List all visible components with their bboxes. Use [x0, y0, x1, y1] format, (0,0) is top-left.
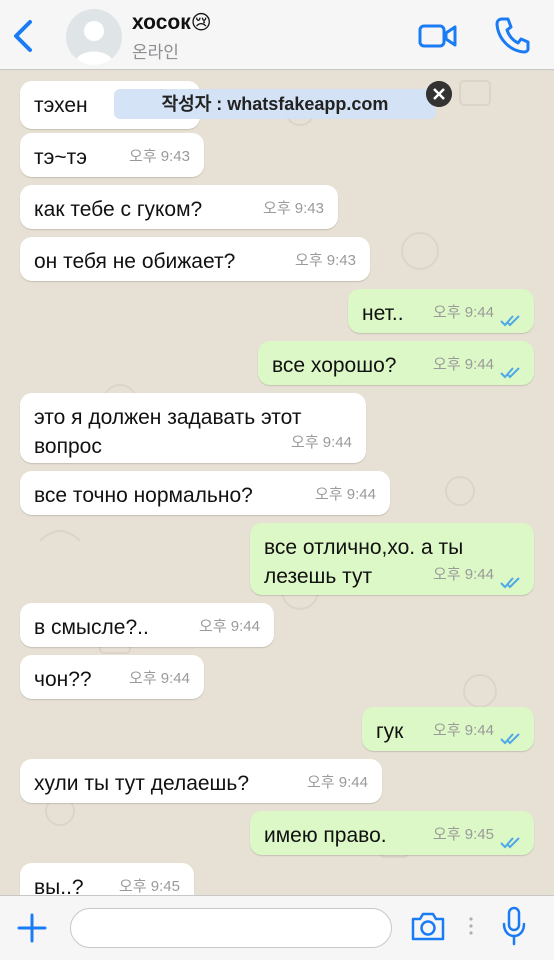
watermark-banner: 작성자 : whatsfakeapp.com — [114, 89, 436, 119]
camera-icon[interactable] — [410, 910, 446, 942]
crying-emoji: 😢 — [190, 12, 212, 34]
read-receipt-icon — [500, 837, 520, 849]
message-time: 오후 9:43 — [263, 200, 324, 217]
read-receipt-icon — [500, 577, 520, 589]
message-time: 오후 9:44 — [291, 434, 352, 451]
message-time: 오후 9:44 — [315, 486, 376, 503]
message-bubble-outgoing[interactable]: имею право. 오후 9:45 — [250, 811, 534, 855]
message-time: 오후 9:44 — [433, 304, 494, 321]
message-bubble-incoming[interactable]: в смысле?.. 오후 9:44 — [20, 603, 274, 647]
more-dots-icon — [469, 917, 473, 935]
back-chevron-icon[interactable] — [8, 16, 38, 56]
read-receipt-icon — [500, 315, 520, 327]
message-input[interactable] — [70, 908, 392, 948]
message-text: это я должен задавать этот вопрос — [34, 406, 302, 458]
read-receipt-icon — [500, 733, 520, 745]
message-time: 오후 9:44 — [129, 670, 190, 687]
message-time: 오후 9:45 — [433, 826, 494, 843]
message-bubble-incoming[interactable]: все точно нормально? 오후 9:44 — [20, 471, 390, 515]
video-call-icon[interactable] — [418, 22, 458, 50]
chat-header: хосок😢 온라인 — [0, 0, 554, 70]
message-time: 오후 9:44 — [307, 774, 368, 791]
plus-icon[interactable] — [16, 912, 48, 944]
microphone-icon[interactable] — [500, 906, 528, 946]
close-icon[interactable] — [426, 81, 452, 107]
contact-name[interactable]: хосок😢 — [132, 10, 212, 35]
message-time: 오후 9:44 — [433, 722, 494, 739]
message-time: 오후 9:43 — [295, 252, 356, 269]
contact-status: 온라인 — [132, 43, 179, 62]
message-time: 오후 9:45 — [119, 878, 180, 895]
default-avatar-icon — [74, 21, 114, 65]
message-bubble-outgoing[interactable]: нет.. 오후 9:44 — [348, 289, 534, 333]
message-bubble-incoming[interactable]: чон?? 오후 9:44 — [20, 655, 204, 699]
message-bubble-incoming[interactable]: он тебя не обижает? 오후 9:43 — [20, 237, 370, 281]
avatar[interactable] — [66, 9, 122, 65]
message-time: 오후 9:44 — [199, 618, 260, 635]
message-bubble-incoming[interactable]: как тебе с гуком? 오후 9:43 — [20, 185, 338, 229]
input-bar — [0, 895, 554, 960]
chat-area[interactable]: тэхен 작성자 : whatsfakeapp.com тэ~тэ 오후 9:… — [0, 71, 554, 895]
message-bubble-incoming[interactable]: это я должен задавать этот вопрос 오후 9:4… — [20, 393, 366, 463]
message-bubble-incoming[interactable]: хули ты тут делаешь? 오후 9:44 — [20, 759, 382, 803]
message-bubble-outgoing[interactable]: гук 오후 9:44 — [362, 707, 534, 751]
message-bubble-incoming[interactable]: тэ~тэ 오후 9:43 — [20, 133, 204, 177]
message-bubble-outgoing[interactable]: все отлично,хо. а ты лезешь тут 오후 9:44 — [250, 523, 534, 595]
message-time: 오후 9:44 — [433, 356, 494, 373]
message-time: 오후 9:43 — [129, 148, 190, 165]
message-bubble-outgoing[interactable]: все хорошо? 오후 9:44 — [258, 341, 534, 385]
message-time: 오후 9:44 — [433, 566, 494, 583]
contact-name-text: хосок — [132, 11, 191, 34]
read-receipt-icon — [500, 367, 520, 379]
message-bubble-incoming[interactable]: вы..? 오후 9:45 — [20, 863, 194, 895]
phone-call-icon[interactable] — [494, 16, 530, 54]
